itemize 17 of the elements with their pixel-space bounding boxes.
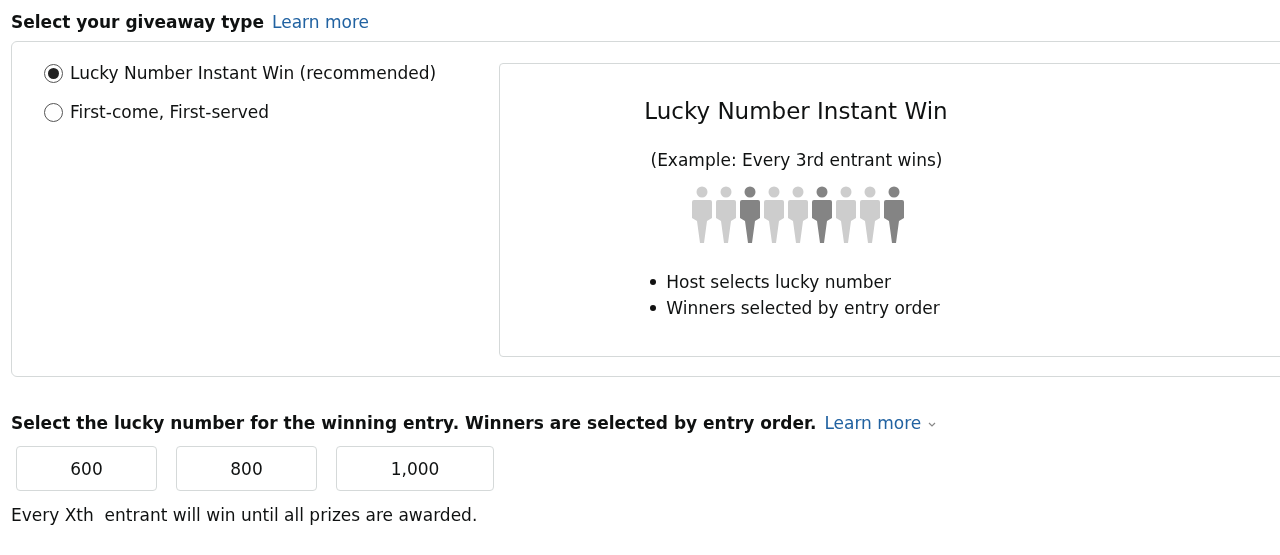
learn-more-link[interactable]: Learn more <box>824 413 937 433</box>
number-button[interactable]: 800 <box>176 446 317 491</box>
number-button[interactable]: 1,000 <box>336 446 494 491</box>
radio-option[interactable]: First-come, First-served <box>44 102 499 122</box>
section-heading: Select the lucky number for the winning entry. Winners are selected by entry order. <box>11 413 817 433</box>
number-button[interactable]: 600 <box>16 446 157 491</box>
bullet-text: Winners selected by entry order <box>666 298 940 318</box>
note-text: Every Xth entrant will win until all prizes are awarded. <box>10 504 479 525</box>
bullet-icon <box>650 305 657 311</box>
radio-option[interactable]: Lucky Number Instant Win (recommended) <box>44 63 499 83</box>
caret-icon <box>926 421 937 429</box>
learn-more-link[interactable]: Learn more <box>272 12 369 32</box>
example-text: (Example: Every 3rd entrant wins) <box>649 150 944 170</box>
bullet-icon <box>650 279 657 285</box>
bullet-text: Host selects lucky number <box>666 272 891 292</box>
preview-title: Lucky Number Instant Win <box>643 98 949 124</box>
section-heading: Select your giveaway type <box>11 12 265 32</box>
